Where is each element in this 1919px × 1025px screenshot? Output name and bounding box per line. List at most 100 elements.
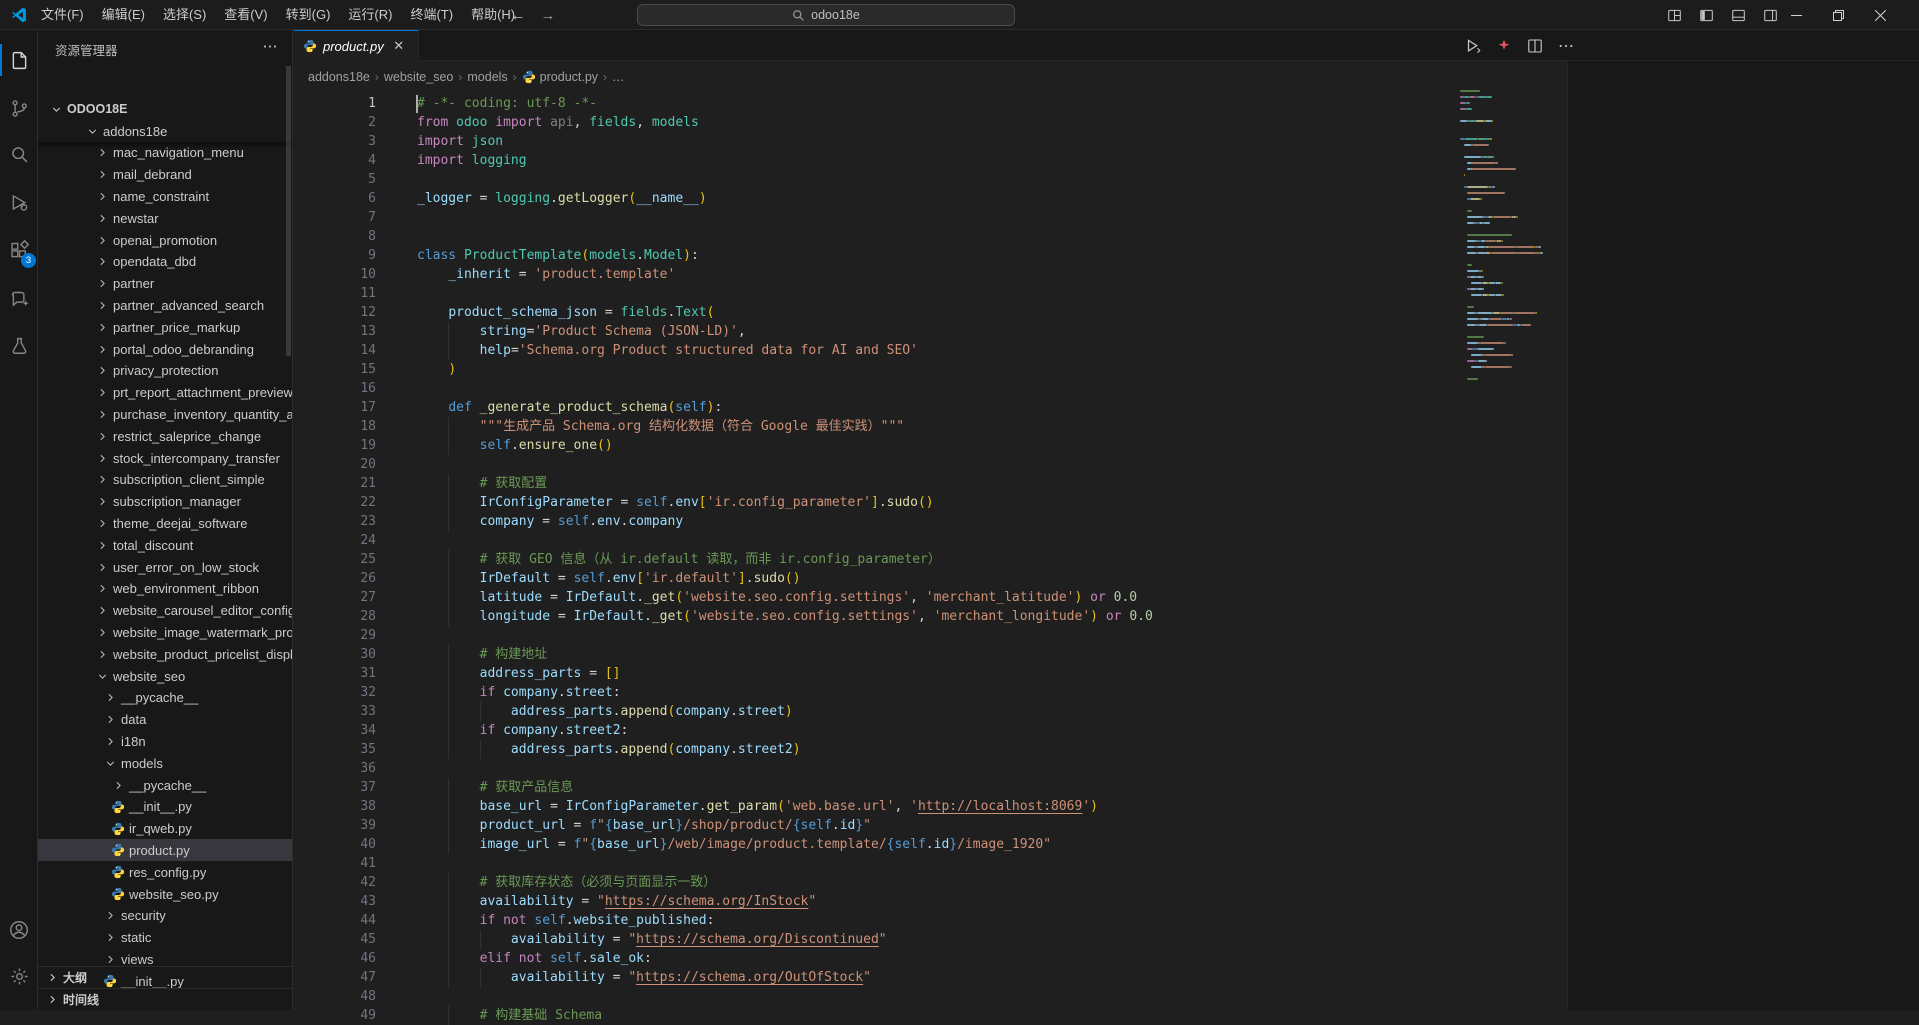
code-line[interactable]: 20 xyxy=(294,455,1568,474)
tree-item-data[interactable]: data xyxy=(38,709,293,731)
tree-item-total-discount[interactable]: total_discount xyxy=(38,534,293,556)
breadcrumb-item-4[interactable]: … xyxy=(612,70,625,84)
code-line[interactable]: 8 xyxy=(294,227,1568,246)
outline-section[interactable]: 大纲 xyxy=(38,966,293,988)
code-line[interactable]: 44 if not self.website_published: xyxy=(294,911,1568,930)
code-line[interactable]: 12 product_schema_json = fields.Text( xyxy=(294,303,1568,322)
code-line[interactable]: 5 xyxy=(294,170,1568,189)
tree-item-website-image-watermark-pro[interactable]: website_image_watermark_pro xyxy=(38,621,293,643)
explorer-root-folder[interactable]: ODOO18E xyxy=(38,98,293,120)
split-editor-button[interactable] xyxy=(1524,35,1546,57)
tab-close-icon[interactable]: ✕ xyxy=(390,37,408,55)
tree-item-website-seo[interactable]: website_seo xyxy=(38,665,293,687)
command-center-search[interactable]: odoo18e xyxy=(637,4,1015,26)
code-line[interactable]: 45 availability = "https://schema.org/Di… xyxy=(294,930,1568,949)
tree-item-static[interactable]: static xyxy=(38,927,293,949)
customize-layout-icon[interactable] xyxy=(1662,4,1686,26)
tree-item-portal-odoo-debranding[interactable]: portal_odoo_debranding xyxy=(38,338,293,360)
code-line[interactable]: 11 xyxy=(294,284,1568,303)
code-line[interactable]: 22 IrConfigParameter = self.env['ir.conf… xyxy=(294,493,1568,512)
tree-item-openai-promotion[interactable]: openai_promotion xyxy=(38,229,293,251)
tree-item-mail-debrand[interactable]: mail_debrand xyxy=(38,164,293,186)
code-line[interactable]: 26 IrDefault = self.env['ir.default'].su… xyxy=(294,569,1568,588)
tree-item-stock-intercompany-transfer[interactable]: stock_intercompany_transfer xyxy=(38,447,293,469)
explorer-icon[interactable] xyxy=(0,40,38,80)
minimap[interactable] xyxy=(1460,90,1554,410)
nav-back-button[interactable]: ← xyxy=(508,5,528,25)
nav-forward-button[interactable]: → xyxy=(538,5,558,25)
tree-item-subscription-manager[interactable]: subscription_manager xyxy=(38,491,293,513)
code-line[interactable]: 15 ) xyxy=(294,360,1568,379)
toggle-panel-icon[interactable] xyxy=(1726,4,1750,26)
tree-item-subscription-client-simple[interactable]: subscription_client_simple xyxy=(38,469,293,491)
run-python-file-button[interactable] xyxy=(1462,35,1484,57)
testing-icon[interactable] xyxy=(0,326,38,366)
tree-item-res-config-py[interactable]: res_config.py xyxy=(38,861,293,883)
menu-item-4[interactable]: 转到(G) xyxy=(277,4,340,26)
tree-item-partner-advanced-search[interactable]: partner_advanced_search xyxy=(38,294,293,316)
tree-item-theme-deejai-software[interactable]: theme_deejai_software xyxy=(38,512,293,534)
code-line[interactable]: 46 elif not self.sale_ok: xyxy=(294,949,1568,968)
code-line[interactable]: 9class ProductTemplate(models.Model): xyxy=(294,246,1568,265)
tree-item-i18n[interactable]: i18n xyxy=(38,730,293,752)
source-control-icon[interactable] xyxy=(0,88,38,128)
code-line[interactable]: 32 if company.street: xyxy=(294,683,1568,702)
code-line[interactable]: 38 base_url = IrConfigParameter.get_para… xyxy=(294,797,1568,816)
code-line[interactable]: 42 # 获取库存状态（必须与页面显示一致） xyxy=(294,873,1568,892)
code-line[interactable]: 3import json xyxy=(294,132,1568,151)
code-line[interactable]: 48 xyxy=(294,987,1568,1006)
tree-item--pycache-[interactable]: __pycache__ xyxy=(38,774,293,796)
tab-product-py[interactable]: product.py ✕ xyxy=(294,30,419,61)
menu-item-6[interactable]: 终端(T) xyxy=(401,4,462,26)
explorer-more-actions-button[interactable]: ⋯ xyxy=(260,36,280,56)
close-window-button[interactable] xyxy=(1859,0,1901,30)
minimize-button[interactable] xyxy=(1775,0,1817,30)
code-line[interactable]: 37 # 获取产品信息 xyxy=(294,778,1568,797)
chat-icon[interactable] xyxy=(0,279,38,319)
breadcrumb-item-0[interactable]: addons18e xyxy=(308,70,370,84)
code-line[interactable]: 33 address_parts.append(company.street) xyxy=(294,702,1568,721)
code-line[interactable]: 1# -*- coding: utf-8 -*- xyxy=(294,94,1568,113)
code-line[interactable]: 30 # 构建地址 xyxy=(294,645,1568,664)
tree-item-prt-report-attachment-preview[interactable]: prt_report_attachment_preview xyxy=(38,382,293,404)
timeline-section[interactable]: 时间线 xyxy=(38,988,293,1010)
editor-more-actions-button[interactable]: ⋯ xyxy=(1555,35,1577,57)
code-line[interactable]: 2from odoo import api, fields, models xyxy=(294,113,1568,132)
restore-button[interactable] xyxy=(1817,0,1859,30)
search-sidebar-icon[interactable] xyxy=(0,134,38,174)
tree-item--init-py[interactable]: __init__.py xyxy=(38,796,293,818)
code-line[interactable]: 27 latitude = IrDefault._get('website.se… xyxy=(294,588,1568,607)
code-line[interactable]: 29 xyxy=(294,626,1568,645)
code-line[interactable]: 25 # 获取 GEO 信息（从 ir.default 读取，而非 ir.con… xyxy=(294,550,1568,569)
code-line[interactable]: 40 image_url = f"{base_url}/web/image/pr… xyxy=(294,835,1568,854)
code-line[interactable]: 6_logger = logging.getLogger(__name__) xyxy=(294,189,1568,208)
code-line[interactable]: 47 availability = "https://schema.org/Ou… xyxy=(294,968,1568,987)
code-line[interactable]: 14 help='Schema.org Product structured d… xyxy=(294,341,1568,360)
code-line[interactable]: 23 company = self.env.company xyxy=(294,512,1568,531)
run-debug-icon[interactable] xyxy=(0,182,38,222)
code-line[interactable]: 10 _inherit = 'product.template' xyxy=(294,265,1568,284)
tree-item-restrict-saleprice-change[interactable]: restrict_saleprice_change xyxy=(38,425,293,447)
tree-item-partner-price-markup[interactable]: partner_price_markup xyxy=(38,316,293,338)
code-editor[interactable]: 1# -*- coding: utf-8 -*-2from odoo impor… xyxy=(294,94,1568,1025)
menu-item-0[interactable]: 文件(F) xyxy=(32,4,93,26)
tree-item-security[interactable]: security xyxy=(38,905,293,927)
toggle-primary-sidebar-icon[interactable] xyxy=(1694,4,1718,26)
code-line[interactable]: 21 # 获取配置 xyxy=(294,474,1568,493)
tree-item-product-py[interactable]: product.py xyxy=(38,839,293,861)
tree-item-user-error-on-low-stock[interactable]: user_error_on_low_stock xyxy=(38,556,293,578)
menu-item-2[interactable]: 选择(S) xyxy=(154,4,215,26)
code-line[interactable]: 36 xyxy=(294,759,1568,778)
breadcrumb-item-2[interactable]: models xyxy=(467,70,507,84)
breadcrumb-item-3[interactable]: product.py xyxy=(522,70,598,84)
code-line[interactable]: 17 def _generate_product_schema(self): xyxy=(294,398,1568,417)
breadcrumb-item-1[interactable]: website_seo xyxy=(384,70,454,84)
run-linter-icon[interactable] xyxy=(1493,35,1515,57)
code-line[interactable]: 13 string='Product Schema (JSON-LD)', xyxy=(294,322,1568,341)
code-line[interactable]: 4import logging xyxy=(294,151,1568,170)
code-line[interactable]: 31 address_parts = [] xyxy=(294,664,1568,683)
extensions-icon[interactable]: 3 xyxy=(0,230,38,270)
code-line[interactable]: 24 xyxy=(294,531,1568,550)
code-line[interactable]: 7 xyxy=(294,208,1568,227)
menu-item-3[interactable]: 查看(V) xyxy=(215,4,276,26)
